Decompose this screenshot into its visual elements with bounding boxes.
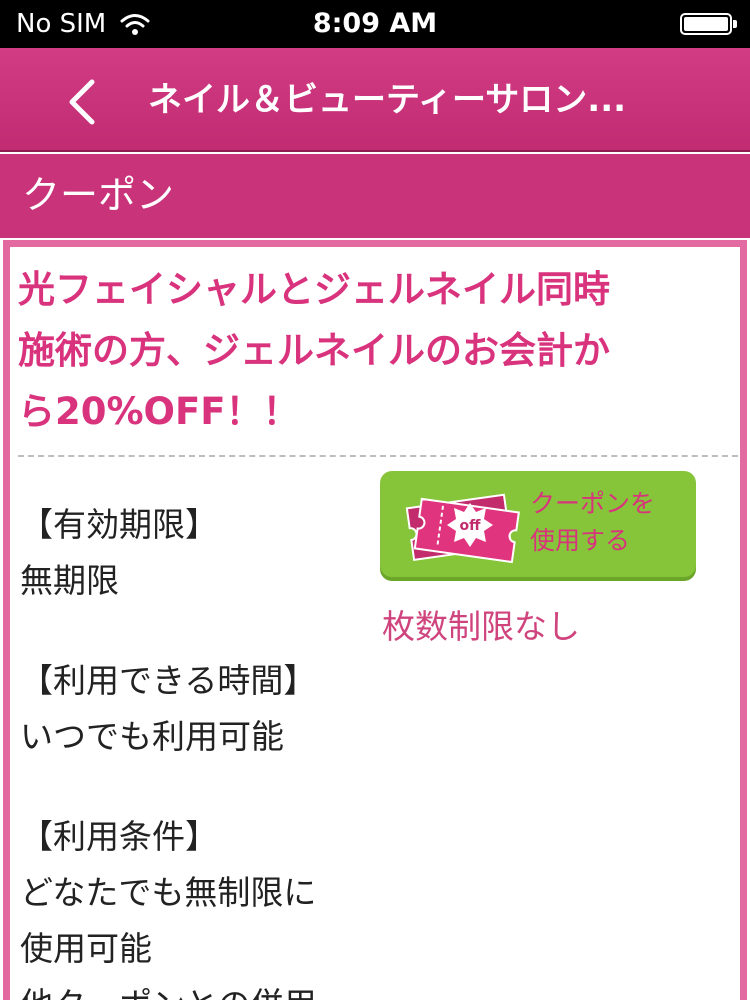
use-coupon-label-line: クーポンを xyxy=(530,489,656,518)
conditions-label: 【利用条件】 xyxy=(20,817,218,856)
coupon-title: 光フェイシャルとジェルネイル同時 施術の方、ジェルネイルのお会計か ら20%OF… xyxy=(18,259,718,442)
conditions-value-line: どなたでも無制限に xyxy=(20,873,317,912)
usable-time-label: 【利用できる時間】 xyxy=(20,661,317,700)
coupon-card: 光フェイシャルとジェルネイル同時 施術の方、ジェルネイルのお会計か ら20%OF… xyxy=(3,240,747,1000)
clock: 8:09 AM xyxy=(312,8,438,39)
use-coupon-label-line: 使用する xyxy=(530,526,631,555)
back-button[interactable] xyxy=(62,78,102,126)
expiry-label: 【有効期限】 xyxy=(20,505,218,544)
conditions-value-line: 他クーポンとの併用 xyxy=(20,977,380,1000)
chevron-left-icon xyxy=(62,79,102,130)
usable-time-value: いつでも利用可能 xyxy=(20,717,284,756)
coupon-title-line: ら20%OFF！！ xyxy=(18,390,300,433)
coupon-title-line: 光フェイシャルとジェルネイル同時 xyxy=(18,268,610,311)
expiry-value: 無期限 xyxy=(20,561,119,600)
status-bar: No SIM 8:09 AM xyxy=(0,0,750,48)
dashed-divider xyxy=(18,455,738,457)
coupon-ticket-icon: off xyxy=(396,487,526,567)
page-title: ネイル＆ビューティーサロン... xyxy=(148,80,627,120)
use-coupon-button[interactable]: off クーポンを 使用する xyxy=(380,471,696,577)
conditions-value-line: 使用可能 xyxy=(20,929,152,968)
screen: No SIM 8:09 AM ネイル＆ビューティーサロン... クーポン 光フェ… xyxy=(0,0,750,1000)
coupon-title-line: 施術の方、ジェルネイルのお会計か xyxy=(18,329,610,372)
section-header: クーポン xyxy=(0,154,750,238)
coupon-details: 【有効期限】 無期限 【利用できる時間】 いつでも利用可能 【利用条件】 どなた… xyxy=(20,497,380,1000)
battery-icon xyxy=(680,13,738,35)
section-title: クーポン xyxy=(22,173,175,217)
off-badge: off xyxy=(460,518,482,534)
quantity-limit-note: 枚数制限なし xyxy=(382,607,580,646)
navigation-bar: ネイル＆ビューティーサロン... xyxy=(0,48,750,152)
use-coupon-label: クーポンを 使用する xyxy=(530,485,690,559)
